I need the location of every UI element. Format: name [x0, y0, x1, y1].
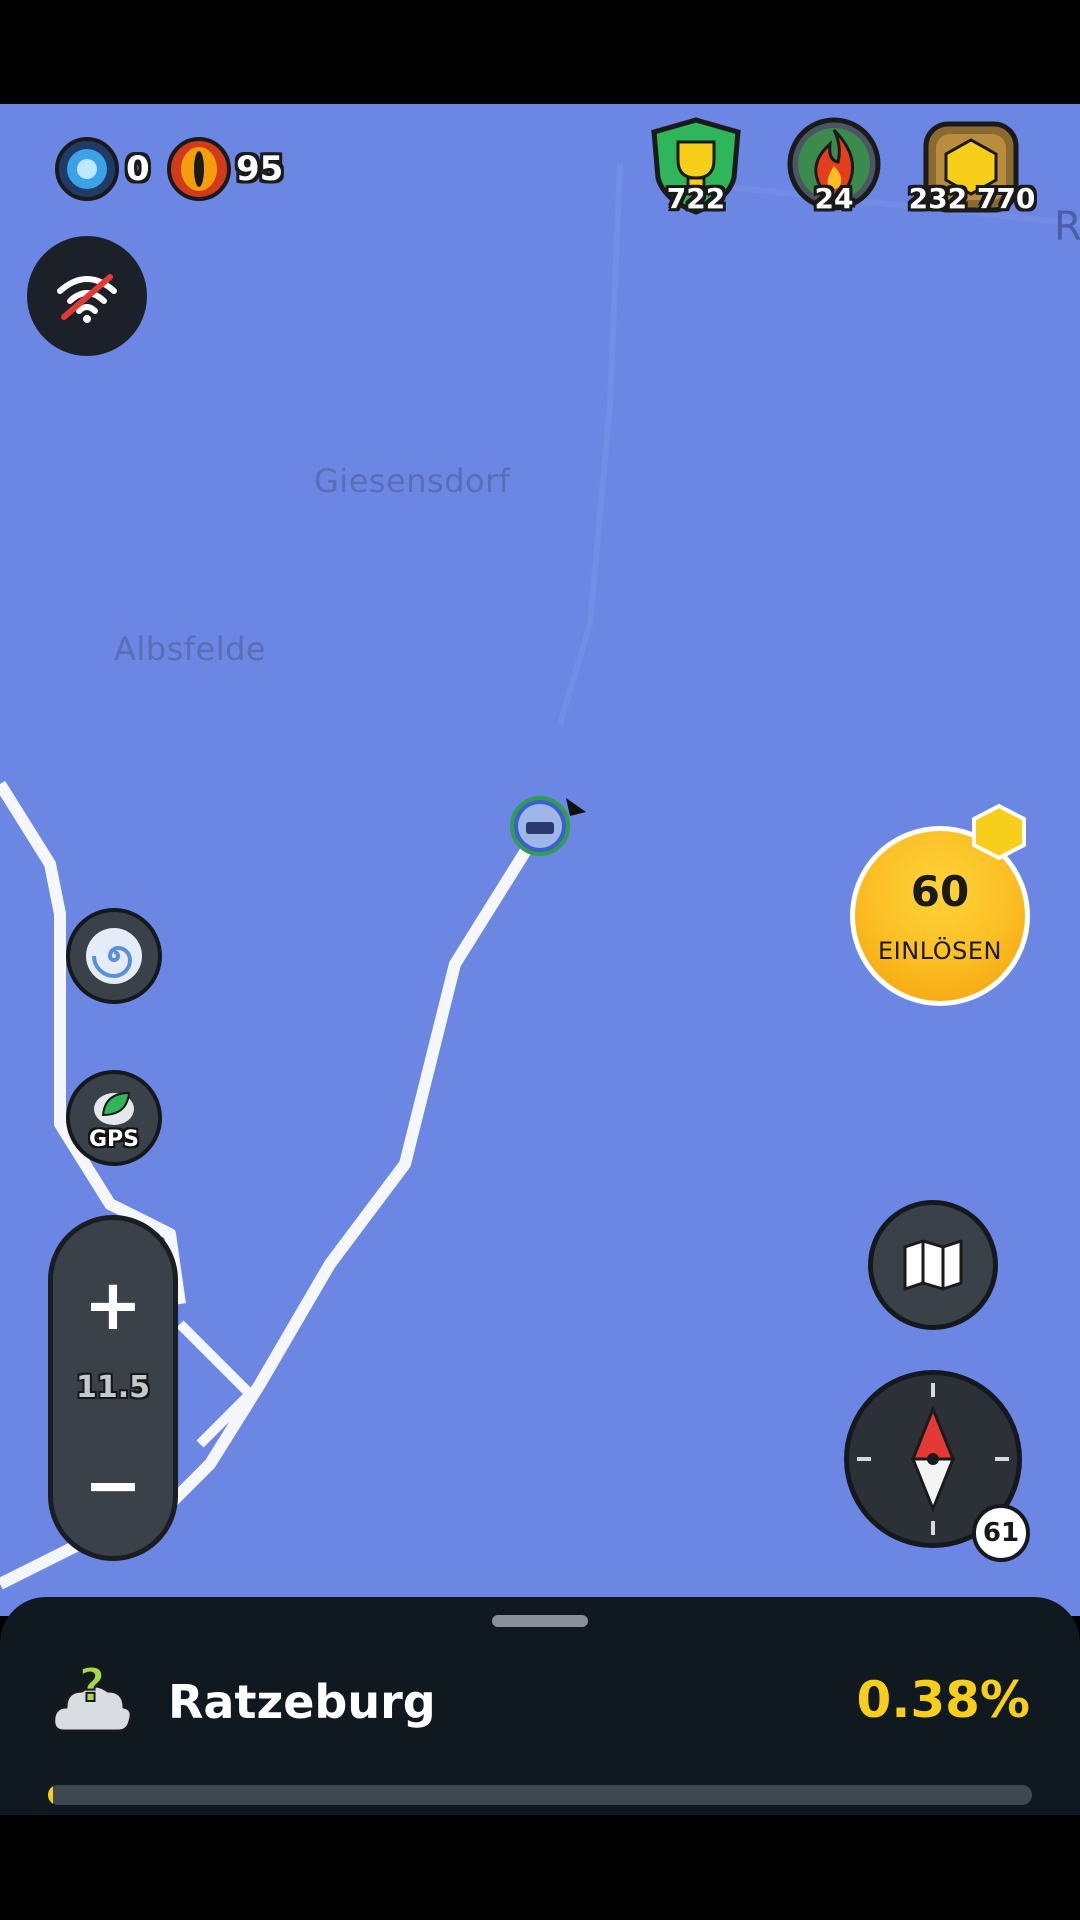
- portal-counter[interactable]: 0: [54, 136, 150, 202]
- coin-count: 232 770: [908, 182, 1036, 215]
- streak-count: 24: [814, 182, 854, 215]
- eye-counter[interactable]: 95: [166, 136, 283, 202]
- drag-handle[interactable]: [492, 1615, 588, 1627]
- no-wifi-icon: [57, 274, 117, 323]
- offline-button[interactable]: [27, 236, 147, 356]
- redeem-amount: 60: [910, 867, 970, 916]
- zoom-out-button[interactable]: −: [53, 1440, 173, 1530]
- place-label-partial: R: [1054, 204, 1080, 250]
- map-button[interactable]: [868, 1200, 998, 1330]
- region-progress-fill: [48, 1785, 53, 1805]
- portal-icon: [55, 137, 119, 201]
- compass-count-badge: 61: [972, 1504, 1030, 1562]
- player-avatar-icon[interactable]: [508, 792, 586, 856]
- gps-button[interactable]: GPS: [66, 1070, 162, 1166]
- portal-count: 0: [126, 149, 150, 189]
- zoom-control: + 11.5 −: [48, 1215, 178, 1561]
- region-panel[interactable]: ? Ratzeburg 0.38%: [0, 1597, 1080, 1815]
- gps-leaf-icon: [94, 1091, 134, 1125]
- mystery-cloud-icon: ?: [52, 1661, 133, 1733]
- eye-icon: [167, 137, 231, 201]
- hexagon-coin-icon: [972, 803, 1026, 861]
- spiral-icon: [86, 928, 142, 984]
- region-progress-bar: [48, 1785, 1032, 1805]
- eye-count: 95: [236, 149, 284, 189]
- zoom-level: 11.5: [75, 1370, 151, 1405]
- redeem-label: EINLÖSEN: [878, 937, 1002, 965]
- spiral-button[interactable]: [66, 908, 162, 1004]
- map-icon: [903, 1239, 963, 1291]
- zoom-in-button[interactable]: +: [53, 1260, 173, 1350]
- svg-text:?: ?: [79, 1661, 106, 1712]
- trophy-count: 722: [666, 182, 726, 215]
- place-label-giesensdorf: Giesensdorf: [314, 462, 511, 500]
- place-label-albsfelde: Albsfelde: [114, 630, 267, 668]
- gps-label: GPS: [88, 1126, 140, 1152]
- navigation-bar: [0, 1815, 1080, 1920]
- region-percent: 0.38%: [856, 1671, 1030, 1729]
- region-name: Ratzeburg: [168, 1675, 436, 1729]
- status-bar: [0, 0, 1080, 104]
